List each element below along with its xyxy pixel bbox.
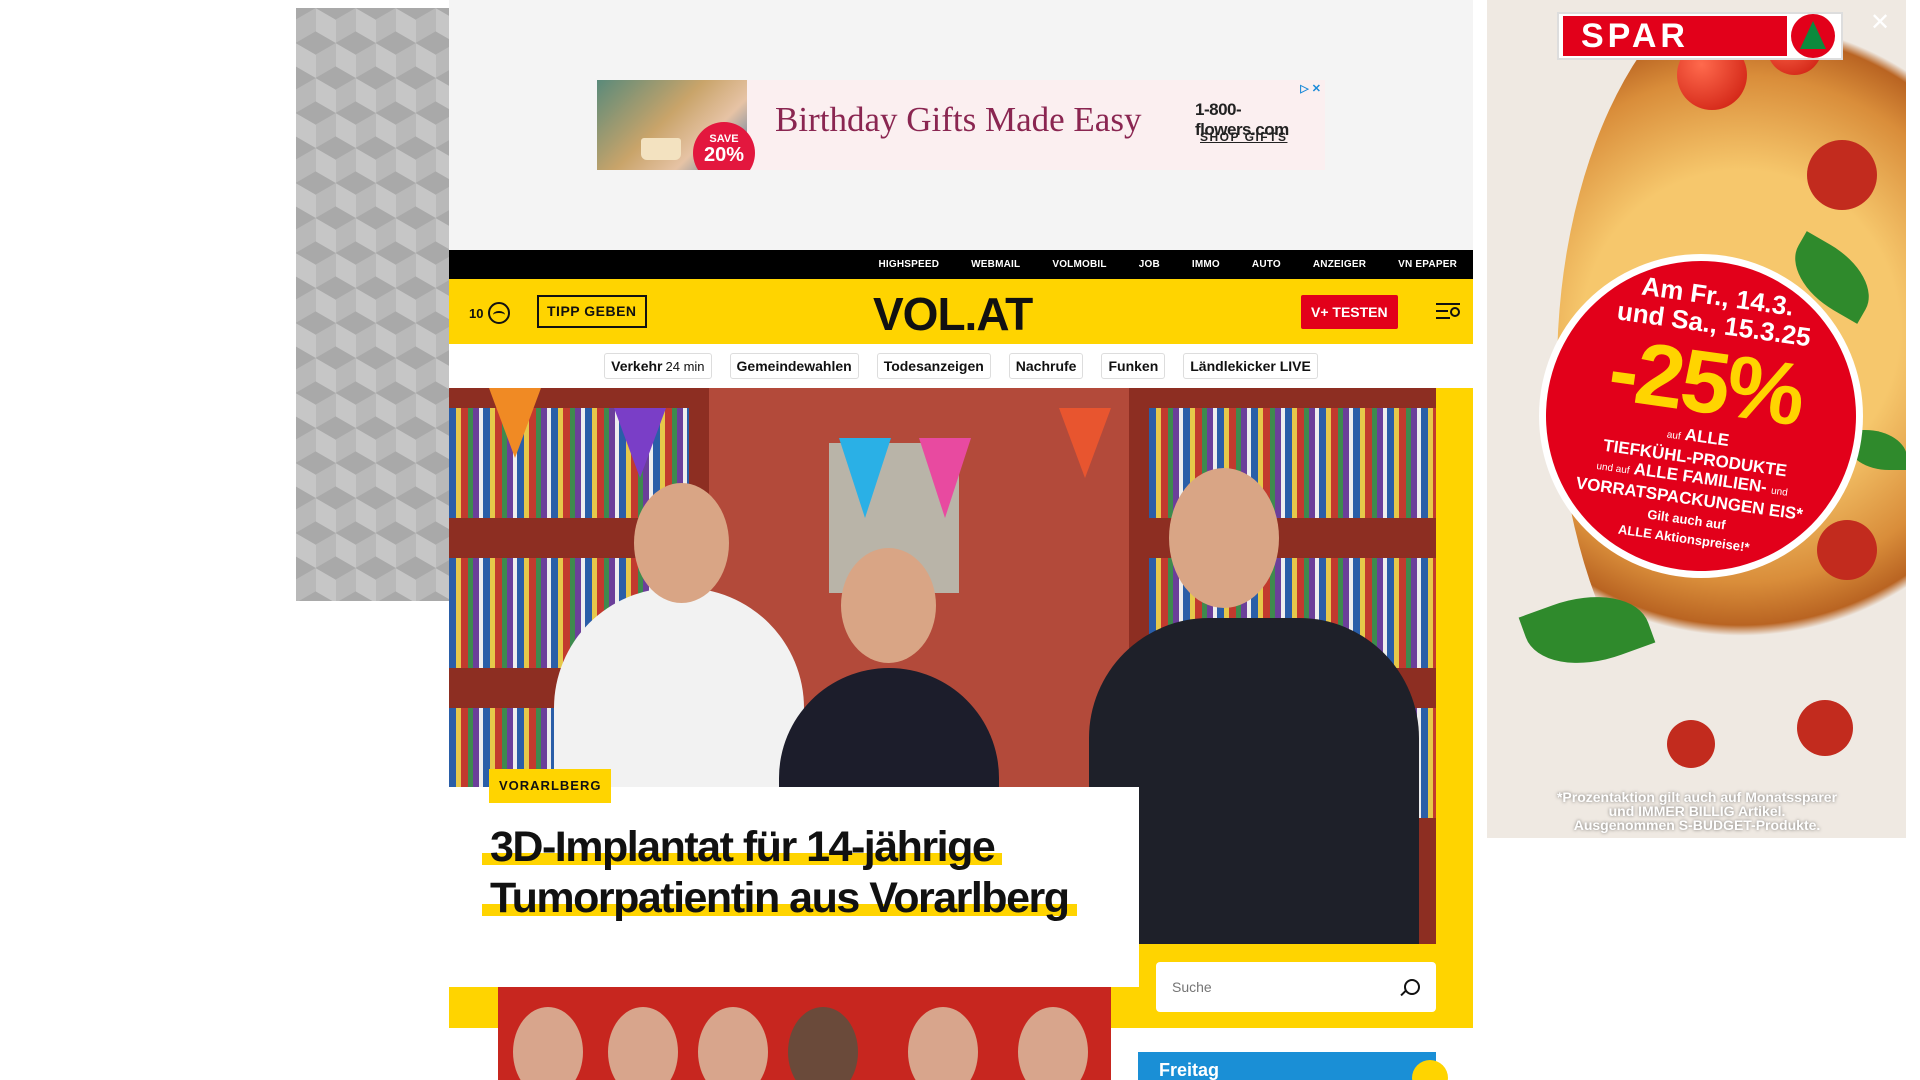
birthday-banner-ad[interactable]: SAVE 20% Birthday Gifts Made Easy 1-800-… [597, 80, 1325, 170]
promo-disclaimer: *Prozentaktion gilt auch auf Monatsspare… [1527, 790, 1867, 832]
spar-skin-ad[interactable]: SPAR ✕ Am Fr., 14.3. und Sa., 15.3.25 -2… [1487, 0, 1906, 838]
category-kicker[interactable]: VORARLBERG [489, 769, 612, 803]
search-icon[interactable] [1404, 979, 1420, 995]
search-input[interactable] [1172, 979, 1404, 995]
cloud-icon [488, 302, 511, 324]
nav-volmobil[interactable]: VOLMOBIL [1052, 259, 1106, 270]
headline-line-1: 3D-Implantat für 14-jährige [482, 823, 1003, 871]
shop-gifts-link[interactable]: SHOP GIFTS [1200, 130, 1287, 144]
disclaimer-line-1: *Prozentaktion gilt auch auf Monatsspare… [1556, 789, 1838, 805]
search-box [1156, 962, 1436, 1012]
site-logo[interactable]: VOL.AT [873, 287, 1033, 341]
quicklink-todesanzeigen[interactable]: Todesanzeigen [876, 353, 991, 379]
nav-webmail[interactable]: WEBMAIL [971, 259, 1020, 270]
nav-auto[interactable]: AUTO [1252, 259, 1281, 270]
top-service-nav: HIGHSPEED WEBMAIL VOLMOBIL JOB IMMO AUTO… [449, 250, 1473, 279]
tipp-geben-button[interactable]: TIPP GEBEN [537, 295, 647, 328]
v-plus-testen-button[interactable]: V+ TESTEN [1301, 295, 1398, 329]
quicklink-label: Verkehr [611, 358, 663, 374]
adchoices-icon[interactable]: ▷ ✕ [1300, 82, 1321, 95]
nav-vn-epaper[interactable]: VN EPAPER [1398, 259, 1457, 270]
disclaimer-line-2: und IMMER BILLIG Artikel. [1608, 803, 1786, 819]
second-article-image[interactable] [498, 987, 1111, 1080]
quicklink-funken[interactable]: Funken [1101, 353, 1166, 379]
weather-widget-day[interactable]: Freitag [1138, 1052, 1436, 1080]
promo-small-1: auf [1666, 429, 1682, 443]
promo-small-3: und [1770, 485, 1789, 499]
quicklink-sub: 24 min [665, 359, 705, 374]
weather-indicator[interactable]: 10 [469, 302, 511, 324]
spar-wordmark: SPAR [1563, 16, 1787, 56]
promo-small-2: und auf [1595, 460, 1631, 477]
menu-search-icon[interactable] [1436, 303, 1460, 321]
quicklink-gemeindewahlen[interactable]: Gemeindewahlen [729, 353, 859, 379]
close-icon[interactable]: ✕ [1870, 8, 1890, 37]
hero-headline[interactable]: 3D-Implantat für 14-jährige Tumorpatient… [482, 822, 1122, 924]
banner-headline: Birthday Gifts Made Easy [775, 100, 1142, 139]
quick-links-bar: Verkehr 24 min Gemeindewahlen Todesanzeig… [449, 344, 1473, 388]
headline-line-2: Tumorpatientin aus Vorarlberg [482, 874, 1077, 922]
nav-job[interactable]: JOB [1139, 259, 1160, 270]
spar-tree-icon [1791, 14, 1835, 58]
save-badge-value: 20% [703, 144, 745, 166]
quicklink-verkehr[interactable]: Verkehr 24 min [604, 353, 712, 379]
nav-immo[interactable]: IMMO [1192, 259, 1220, 270]
temperature-value: 10 [469, 305, 484, 321]
cake-image [641, 138, 681, 160]
quicklink-nachrufe[interactable]: Nachrufe [1008, 353, 1084, 379]
spar-logo: SPAR [1557, 12, 1843, 60]
disclaimer-line-3: Ausgenommen S-BUDGET-Produkte. [1573, 817, 1821, 833]
nav-highspeed[interactable]: HIGHSPEED [878, 259, 939, 270]
left-skin-ad[interactable] [296, 8, 449, 601]
nav-anzeiger[interactable]: ANZEIGER [1313, 259, 1366, 270]
site-header: 10 TIPP GEBEN VOL.AT V+ TESTEN [449, 279, 1473, 344]
quicklink-laendlekicker-live[interactable]: Ländlekicker LIVE [1183, 353, 1318, 379]
discount-badge: Am Fr., 14.3. und Sa., 15.3.25 -25% auf … [1525, 240, 1877, 592]
